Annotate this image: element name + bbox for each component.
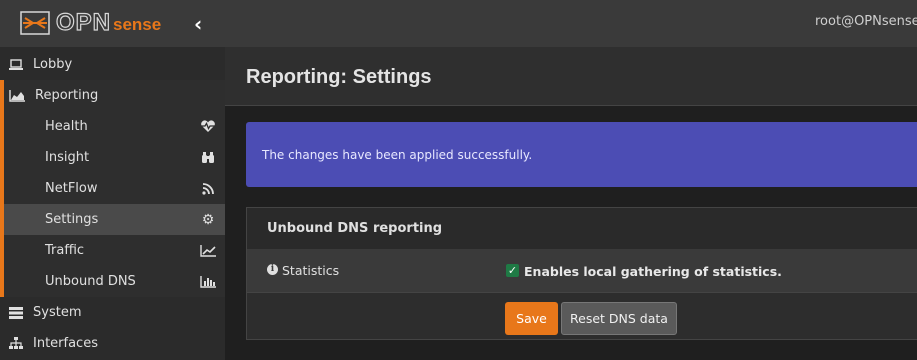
area-chart-icon xyxy=(9,89,25,103)
sidebar-subitem-traffic[interactable]: Traffic xyxy=(0,235,225,266)
sidebar-item-label: Interfaces xyxy=(33,336,98,351)
logo-suffix: sense xyxy=(113,15,162,34)
sitemap-icon xyxy=(9,337,25,351)
sidebar-subitem-settings[interactable]: Settings ⚙ xyxy=(0,204,225,235)
sidebar-subitem-label: Settings xyxy=(45,212,99,227)
sidebar-subitem-health[interactable]: Health xyxy=(0,111,225,142)
statistics-row: i Statistics ✓ Enables local gathering o… xyxy=(247,249,917,293)
page-header: Reporting: Settings xyxy=(225,47,917,106)
sidebar-subitem-label: Insight xyxy=(45,150,90,165)
line-chart-icon xyxy=(200,244,216,258)
gear-icon: ⚙ xyxy=(201,211,215,228)
panel-title: Unbound DNS reporting xyxy=(267,221,443,236)
sidebar-item-label: System xyxy=(33,305,82,320)
server-icon xyxy=(9,306,25,320)
collapse-sidebar-chevron-icon[interactable]: ‹ xyxy=(194,14,210,34)
page-title: Reporting: Settings xyxy=(246,66,432,88)
panel-header: Unbound DNS reporting xyxy=(247,208,917,250)
statistics-checkbox[interactable]: ✓ xyxy=(506,264,519,277)
sidebar-subitem-label: Traffic xyxy=(45,243,85,258)
sidebar-subitem-netflow[interactable]: NetFlow xyxy=(0,173,225,204)
sidebar-item-interfaces[interactable]: Interfaces xyxy=(0,328,225,359)
binoculars-icon xyxy=(200,151,216,165)
logo-text: OPN xyxy=(55,8,112,36)
user-menu[interactable]: root@OPNsense.l xyxy=(815,14,917,29)
info-icon[interactable]: i xyxy=(267,264,278,275)
bar-chart-icon xyxy=(200,275,216,289)
reset-dns-data-button[interactable]: Reset DNS data xyxy=(561,302,677,335)
logo-icon xyxy=(20,11,50,35)
sidebar-item-reporting[interactable]: Reporting xyxy=(0,80,225,111)
sidebar-item-system[interactable]: System xyxy=(0,297,225,328)
rss-icon xyxy=(200,182,216,196)
sidebar-item-label: Lobby xyxy=(33,57,73,72)
checkbox-label[interactable]: Enables local gathering of statistics. xyxy=(524,264,782,279)
heartbeat-icon xyxy=(200,120,216,134)
sidebar-subitem-label: NetFlow xyxy=(45,181,98,196)
sidebar-subitem-label: Unbound DNS xyxy=(45,274,136,289)
main-content: Reporting: Settings The changes have bee… xyxy=(225,47,917,360)
alert-message: The changes have been applied successful… xyxy=(262,148,533,162)
success-alert: The changes have been applied successful… xyxy=(246,122,917,187)
sidebar-subitem-insight[interactable]: Insight xyxy=(0,142,225,173)
opnsense-logo[interactable]: OPN sense xyxy=(20,8,162,37)
top-bar: OPN sense ‹ root@OPNsense.l xyxy=(0,0,917,47)
save-button[interactable]: Save xyxy=(505,302,558,335)
sidebar-subitem-label: Health xyxy=(45,119,88,134)
settings-panel: Unbound DNS reporting i Statistics ✓ Ena… xyxy=(246,207,917,340)
sidebar-item-label: Reporting xyxy=(35,88,99,103)
sidebar: Lobby Reporting Health Insight NetFlow S… xyxy=(0,47,225,360)
statistics-label: Statistics xyxy=(282,263,340,278)
sidebar-item-lobby[interactable]: Lobby xyxy=(0,49,225,80)
sidebar-subitem-unbound-dns[interactable]: Unbound DNS xyxy=(0,266,225,297)
laptop-icon xyxy=(9,58,25,72)
